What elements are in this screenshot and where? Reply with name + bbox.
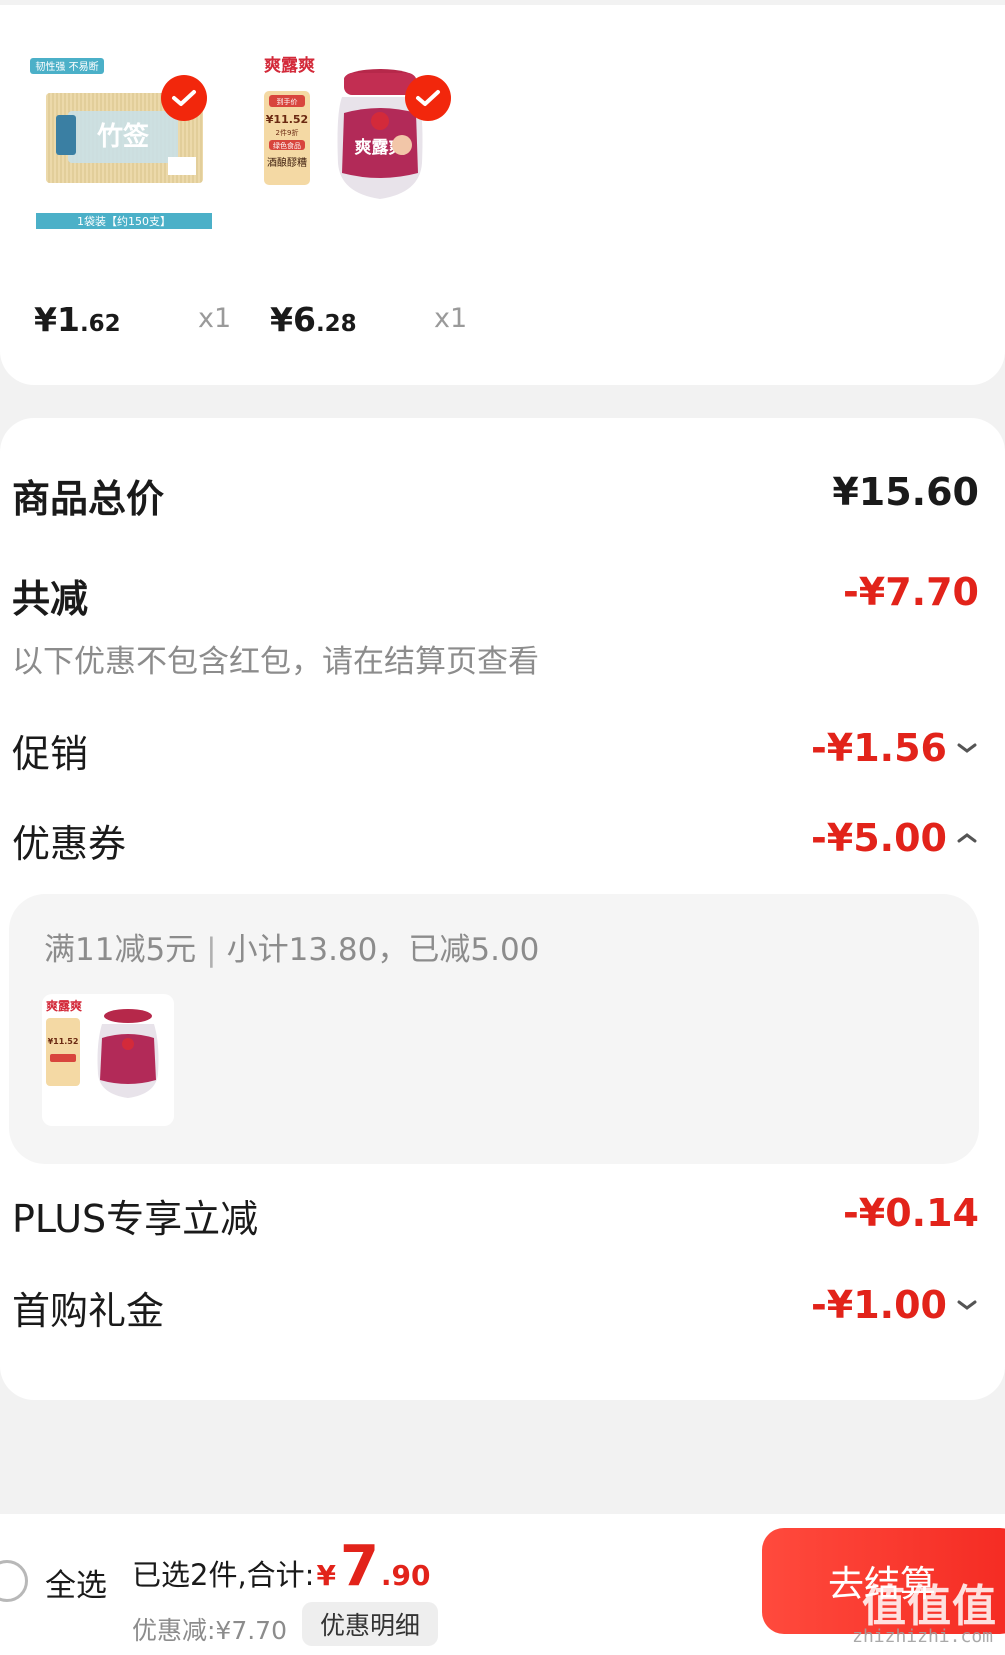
product-quantity-fermented-rice: x1: [434, 303, 468, 334]
coupon-label: 优惠券: [12, 822, 127, 866]
checkout-bottom-bar: 全选 已选2件,合计: ¥7.90 优惠减:¥7.70 优惠明细 去结算 值值值 …: [0, 1514, 1005, 1655]
watermark-logo: 值值值: [862, 1581, 997, 1632]
rice-wine-jar-image: 爽露爽 ¥11.52: [46, 998, 159, 1098]
promotion-amount: -¥1.56: [811, 726, 947, 770]
price-decimal: .62: [79, 311, 121, 337]
total-reduction-amount: -¥7.70: [843, 570, 979, 614]
product-item-toothpicks[interactable]: 韧性强 不易断 竹签 1袋装【约150支】: [28, 53, 238, 271]
svg-text:到手价: 到手价: [277, 97, 298, 106]
coupon-amount: -¥5.00: [811, 816, 947, 860]
product-price-fermented-rice: ¥6.28: [270, 300, 357, 339]
product-price-toothpicks: ¥1.62: [34, 300, 121, 339]
svg-text:¥11.52: ¥11.52: [266, 113, 308, 126]
total-decimal: .90: [380, 1559, 431, 1592]
chevron-up-icon: [957, 833, 977, 843]
product-quantity-toothpicks: x1: [198, 303, 232, 334]
product-image-toothpicks[interactable]: 韧性强 不易断 竹签 1袋装【约150支】: [28, 53, 238, 253]
selected-count-label: 已选2件,合计:: [132, 1558, 315, 1592]
price-integer: 1: [56, 300, 80, 339]
discount-detail-button[interactable]: 优惠明细: [302, 1602, 439, 1646]
price-summary-card: 商品总价 ¥15.60 共减 -¥7.70 以下优惠不包含红包，请在结算页查看 …: [0, 418, 1005, 1400]
price-currency: ¥: [34, 300, 57, 339]
selected-total: 已选2件,合计: ¥7.90: [132, 1534, 431, 1599]
plus-discount-label: PLUS专享立减: [12, 1197, 259, 1241]
selected-products-card: 韧性强 不易断 竹签 1袋装【约150支】 ¥1.62 x1 爽露爽 到手价 ¥…: [0, 5, 1005, 385]
total-reduction-label: 共减: [12, 577, 89, 621]
coupon-rule-text: 满11减5元 | 小计13.80，已减5.00: [44, 924, 539, 969]
first-purchase-gift-label: 首购礼金: [12, 1289, 165, 1333]
select-all-checkbox[interactable]: [0, 1560, 28, 1602]
promotion-label: 促销: [12, 732, 89, 776]
svg-text:爽露爽: 爽露爽: [46, 998, 82, 1013]
coupon-separator: |: [206, 932, 217, 968]
price-decimal: .28: [315, 311, 357, 337]
coupon-subtotal: 小计13.80，已减5.00: [226, 932, 540, 968]
watermark-url: zhizhizhi.com: [852, 1626, 993, 1647]
svg-text:爽露爽: 爽露爽: [264, 56, 315, 76]
goods-total-value: ¥15.60: [832, 470, 979, 514]
toothpick-pack-image: 韧性强 不易断 竹签 1袋装【约150支】: [30, 58, 212, 229]
select-all-label[interactable]: 全选: [45, 1560, 107, 1605]
product-item-fermented-rice[interactable]: 爽露爽 到手价 ¥11.52 2件9折 绿色食品 酒酿醪糟 爽露爽: [260, 53, 470, 271]
svg-text:2件9折: 2件9折: [276, 128, 299, 137]
chevron-down-icon: [957, 743, 977, 753]
total-reduction-value: -¥7.70: [843, 570, 979, 614]
total-currency: ¥: [316, 1559, 336, 1592]
svg-text:绿色食品: 绿色食品: [273, 141, 301, 150]
total-integer: 7: [339, 1534, 379, 1599]
svg-text:¥11.52: ¥11.52: [48, 1037, 79, 1046]
svg-text:竹签: 竹签: [96, 121, 150, 152]
first-purchase-gift-amount: -¥1.00: [811, 1283, 947, 1327]
coupon-product-thumbnail[interactable]: 爽露爽 ¥11.52: [42, 994, 174, 1126]
svg-text:1袋装【约150支】: 1袋装【约150支】: [77, 214, 171, 228]
price-currency: ¥: [270, 300, 293, 339]
svg-text:酒酿醪糟: 酒酿醪糟: [267, 156, 307, 169]
coupon-rule: 满11减5元: [44, 932, 197, 968]
goods-total-amount: ¥15.60: [832, 470, 979, 514]
plus-discount-amount: -¥0.14: [843, 1191, 979, 1235]
chevron-down-icon: [957, 1300, 977, 1310]
goods-total-label: 商品总价: [12, 477, 165, 521]
discount-summary: 优惠减:¥7.70: [132, 1616, 287, 1645]
price-integer: 6: [292, 300, 316, 339]
svg-text:韧性强 不易断: 韧性强 不易断: [35, 60, 98, 73]
coupon-row-toggle[interactable]: -¥5.00: [811, 816, 979, 860]
discount-note: 以下优惠不包含红包，请在结算页查看: [12, 644, 539, 680]
first-purchase-gift-toggle[interactable]: -¥1.00: [811, 1283, 979, 1327]
promotion-row-toggle[interactable]: -¥1.56: [811, 726, 979, 770]
checkbox-checked-icon[interactable]: [405, 75, 451, 121]
coupon-detail-panel: 满11减5元 | 小计13.80，已减5.00 爽露爽 ¥11.52: [9, 894, 979, 1164]
plus-discount-value: -¥0.14: [843, 1191, 979, 1235]
checkbox-checked-icon[interactable]: [161, 75, 207, 121]
